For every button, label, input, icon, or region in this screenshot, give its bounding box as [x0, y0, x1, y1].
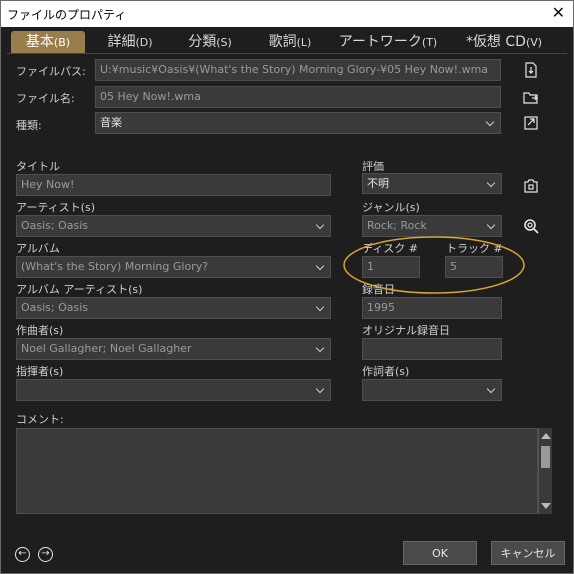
tab-category[interactable]: 分類(S) — [175, 31, 245, 53]
comment-scrollbar[interactable] — [538, 428, 552, 514]
type-label: 種類: — [16, 119, 42, 132]
search-web-icon[interactable] — [523, 218, 539, 234]
title-label: タイトル — [16, 160, 60, 173]
album-artist-field[interactable]: Oasis; Oasis — [16, 297, 331, 319]
scroll-thumb[interactable] — [541, 446, 550, 468]
highlight-ellipse — [343, 236, 525, 294]
conductor-field[interactable] — [16, 379, 331, 401]
lyricist-field[interactable] — [362, 379, 502, 401]
genre-label: ジャンル(s) — [362, 201, 420, 214]
file-open-icon[interactable] — [523, 62, 539, 78]
tab-bar: 基本(B) 詳細(D) 分類(S) 歌詞(L) アートワーク(T) *仮想 CD… — [7, 31, 567, 54]
rename-icon[interactable] — [523, 89, 539, 105]
tab-artwork[interactable]: アートワーク(T) — [333, 31, 443, 53]
original-date-field[interactable] — [362, 338, 502, 360]
scroll-up-icon[interactable] — [541, 433, 551, 439]
composer-field[interactable]: Noel Gallagher; Noel Gallagher — [16, 338, 331, 360]
rating-label: 評価 — [362, 160, 384, 173]
album-artist-label: アルバム アーティスト(s) — [16, 283, 143, 296]
tab-virtual-cd[interactable]: *仮想 CD(V) — [453, 31, 555, 53]
tab-detail[interactable]: 詳細(D) — [95, 31, 165, 53]
export-icon[interactable] — [523, 115, 539, 131]
scroll-down-icon[interactable] — [541, 503, 551, 509]
properties-window: ファイルのプロパティ ✕ 基本(B) 詳細(D) 分類(S) 歌詞(L) アート… — [0, 0, 574, 574]
cancel-button[interactable]: キャンセル — [491, 541, 565, 565]
composer-label: 作曲者(s) — [16, 324, 64, 337]
album-field[interactable]: (What's the Story) Morning Glory? — [16, 256, 331, 278]
window-title: ファイルのプロパティ — [7, 8, 127, 22]
path-label: ファイルパス: — [16, 65, 86, 78]
prev-icon[interactable]: ← — [15, 547, 30, 562]
capture-icon[interactable] — [523, 178, 539, 194]
album-label: アルバム — [16, 242, 60, 255]
filename-label: ファイル名: — [16, 92, 75, 105]
ok-button[interactable]: OK — [403, 541, 477, 565]
original-date-label: オリジナル録音日 — [362, 324, 450, 337]
next-icon[interactable]: → — [38, 547, 53, 562]
comment-label: コメント: — [16, 413, 64, 426]
date-field[interactable]: 1995 — [362, 297, 502, 319]
filename-field[interactable]: 05 Hey Now!.wma — [95, 86, 501, 108]
rating-select[interactable]: 不明 — [362, 173, 502, 194]
close-icon[interactable]: ✕ — [552, 3, 565, 22]
type-select[interactable]: 音楽 — [95, 112, 501, 134]
path-field[interactable]: U:¥music¥Oasis¥(What's the Story) Mornin… — [95, 59, 501, 81]
tab-lyrics[interactable]: 歌詞(L) — [255, 31, 325, 53]
artist-field[interactable]: Oasis; Oasis — [16, 215, 331, 237]
title-bar: ファイルのプロパティ ✕ — [1, 1, 573, 27]
title-field[interactable]: Hey Now! — [16, 174, 331, 196]
lyricist-label: 作詞者(s) — [362, 365, 410, 378]
comment-field[interactable] — [16, 428, 538, 514]
artist-label: アーティスト(s) — [16, 201, 95, 214]
conductor-label: 指揮者(s) — [16, 365, 64, 378]
tab-basic[interactable]: 基本(B) — [11, 31, 85, 53]
